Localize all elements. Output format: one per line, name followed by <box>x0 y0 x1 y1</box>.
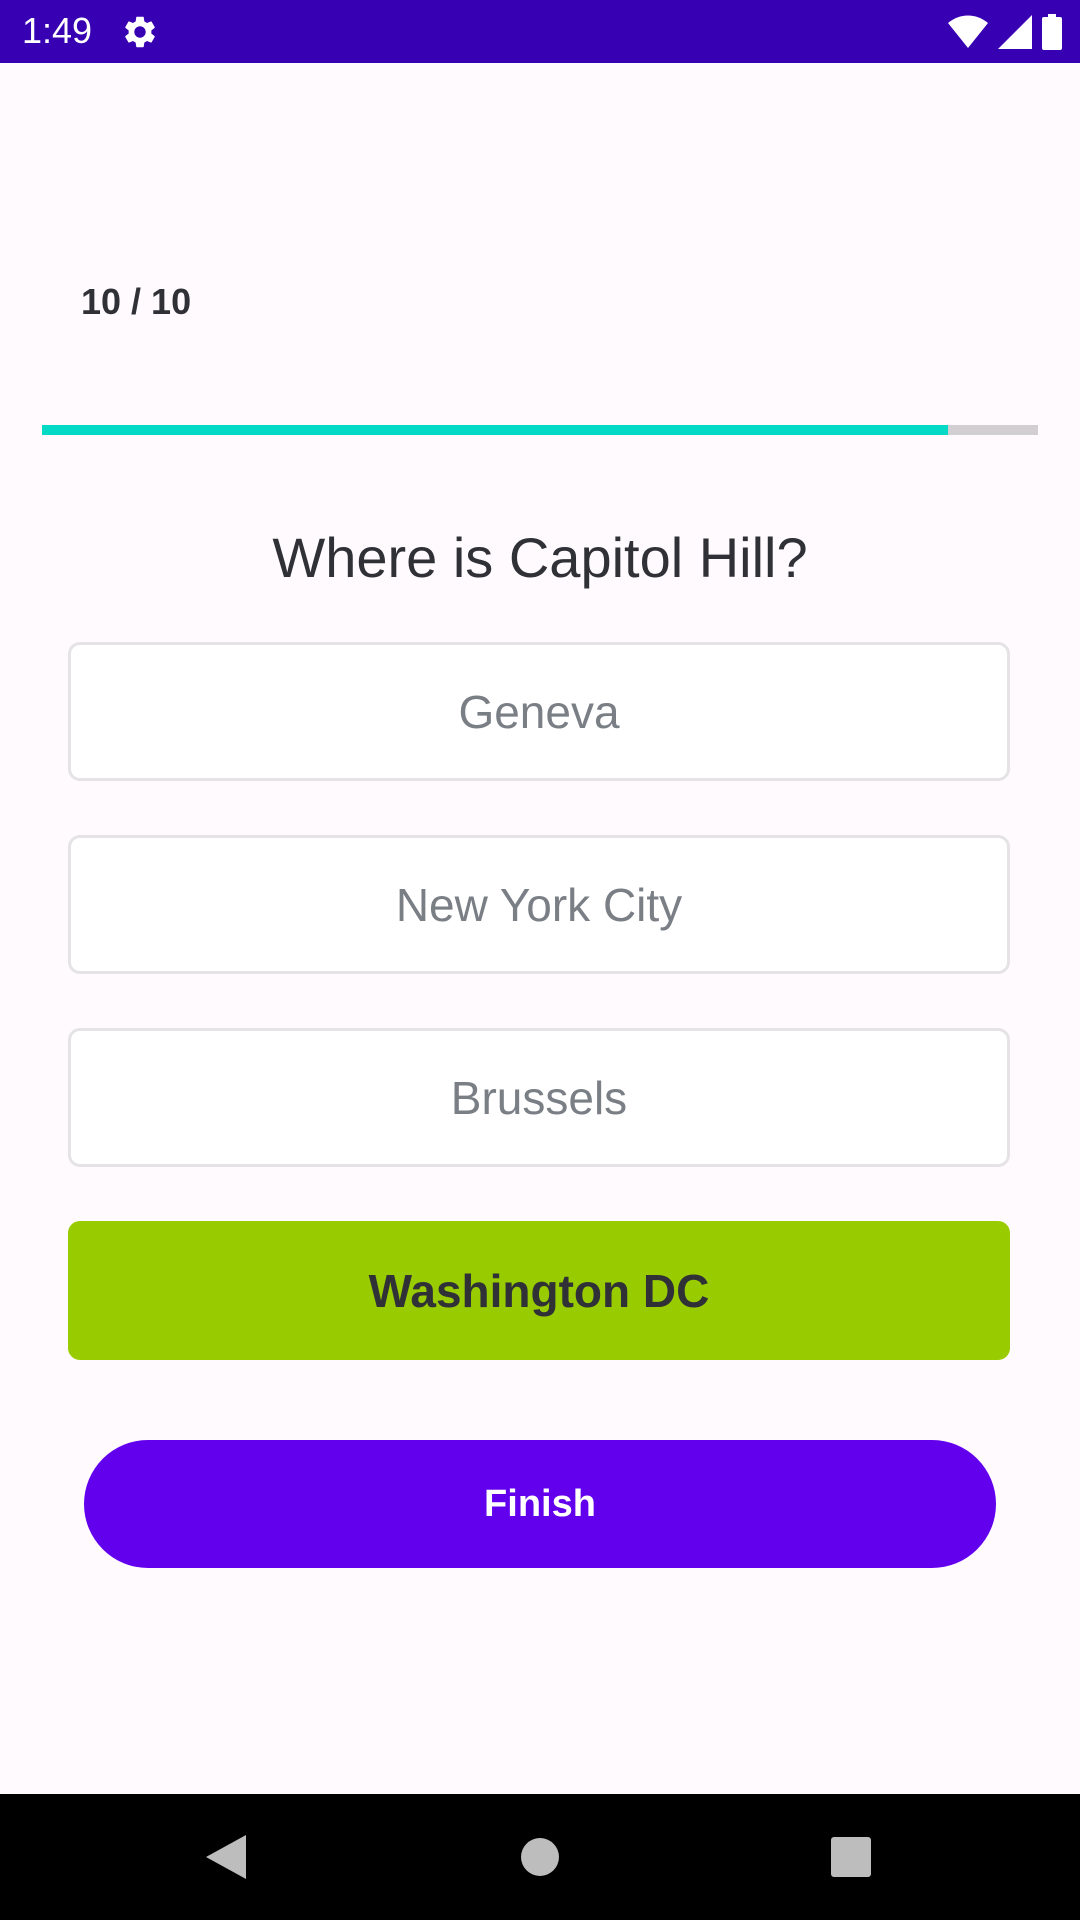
back-icon <box>206 1835 246 1879</box>
status-time: 1:49 <box>22 10 93 51</box>
battery-icon <box>1042 14 1062 50</box>
quiz-progress-fill <box>42 425 949 435</box>
home-button[interactable] <box>477 1794 603 1920</box>
wifi-icon <box>948 15 988 48</box>
signal-icon <box>998 15 1032 49</box>
question-counter: 10 / 10 <box>81 281 192 322</box>
navigation-bar <box>0 1794 1080 1920</box>
finish-button[interactable]: Finish <box>84 1440 996 1568</box>
recents-icon <box>831 1837 871 1877</box>
back-button[interactable] <box>163 1794 289 1920</box>
answer-option-washington-dc[interactable]: Washington DC <box>68 1221 1010 1360</box>
question-text: Where is Capitol Hill? <box>272 526 808 589</box>
answer-option-brussels[interactable]: Brussels <box>68 1028 1010 1167</box>
recents-button[interactable] <box>788 1794 914 1920</box>
answer-option-geneva[interactable]: Geneva <box>68 642 1010 781</box>
quiz-progress-bar <box>42 425 1038 435</box>
answer-option-new-york-city[interactable]: New York City <box>68 835 1010 974</box>
status-icons <box>948 12 1062 52</box>
home-icon <box>521 1838 559 1876</box>
status-bar: 1:49 <box>0 0 1080 63</box>
settings-icon <box>125 16 155 48</box>
